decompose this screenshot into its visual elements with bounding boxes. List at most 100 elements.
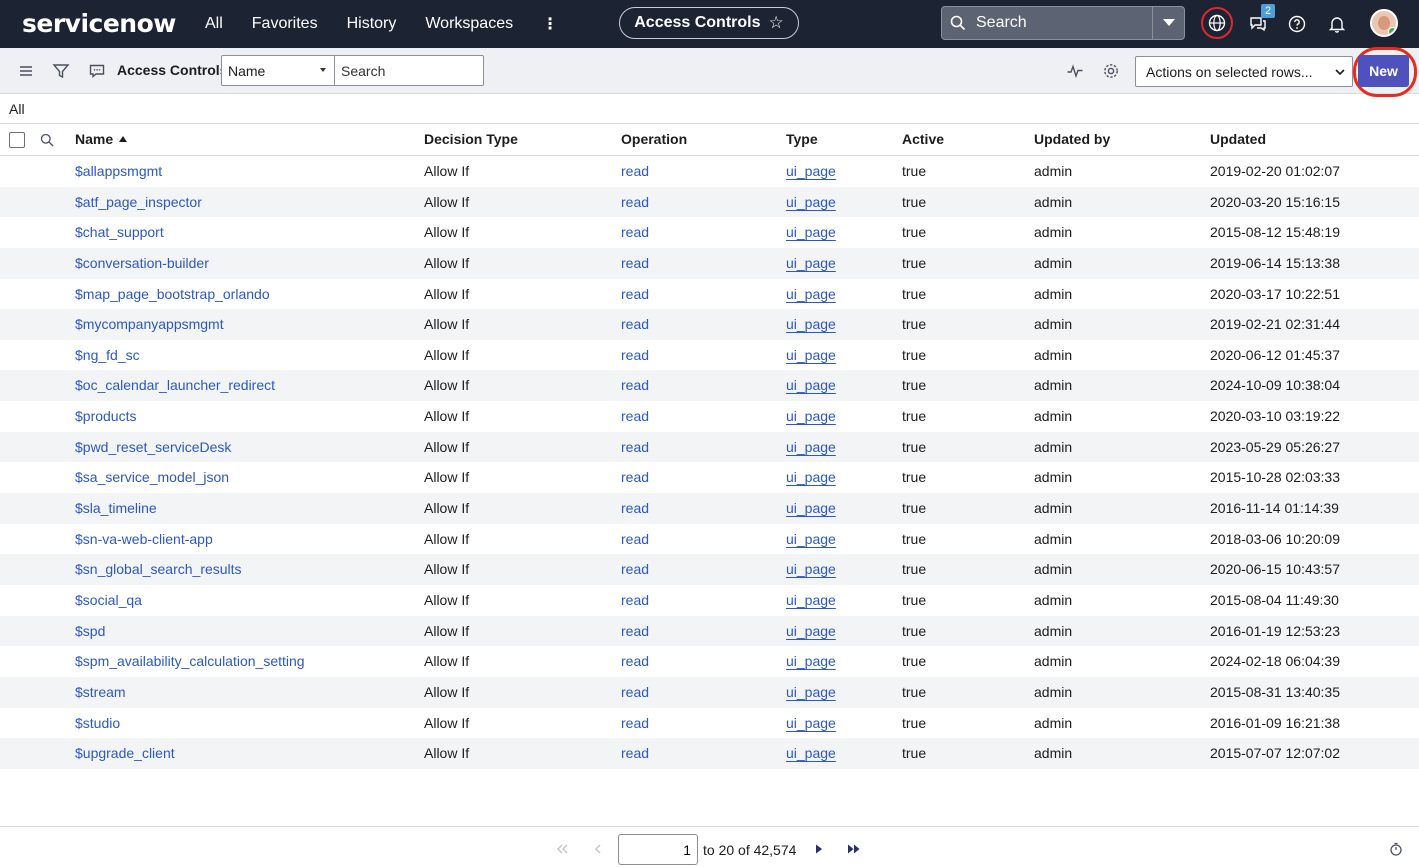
list-search-input[interactable] [334, 55, 484, 86]
column-header-operation[interactable]: Operation [621, 131, 687, 147]
nav-more-icon[interactable]: ⋮ [542, 14, 558, 34]
cell-operation[interactable]: read [621, 347, 649, 363]
nav-favorites[interactable]: Favorites [252, 15, 318, 33]
cell-name[interactable]: $atf_page_inspector [75, 194, 202, 210]
help-button[interactable] [1285, 12, 1309, 36]
nav-workspaces[interactable]: Workspaces [425, 15, 513, 33]
cell-type[interactable]: ui_page [786, 163, 836, 179]
globe-button[interactable] [1201, 7, 1233, 39]
cell-type[interactable]: ui_page [786, 316, 836, 332]
chat-icon[interactable] [88, 62, 106, 80]
column-header-updated-by[interactable]: Updated by [1034, 131, 1110, 147]
breadcrumb-all[interactable]: All [9, 101, 25, 117]
column-header-decision-type[interactable]: Decision Type [424, 131, 518, 147]
cell-operation[interactable]: read [621, 377, 649, 393]
star-icon[interactable]: ☆ [769, 13, 784, 33]
actions-select[interactable]: Actions on selected rows... [1135, 56, 1353, 87]
cell-type[interactable]: ui_page [786, 715, 836, 731]
cell-type[interactable]: ui_page [786, 500, 836, 516]
cell-name[interactable]: $stream [75, 684, 126, 700]
cell-operation[interactable]: read [621, 408, 649, 424]
timer-icon[interactable] [1389, 842, 1403, 856]
cell-type[interactable]: ui_page [786, 194, 836, 210]
page-number-input[interactable] [618, 834, 698, 865]
cell-operation[interactable]: read [621, 561, 649, 577]
cell-name[interactable]: $mycompanyappsmgmt [75, 316, 224, 332]
cell-name[interactable]: $pwd_reset_serviceDesk [75, 439, 231, 455]
cell-name[interactable]: $upgrade_client [75, 745, 175, 761]
cell-name[interactable]: $studio [75, 715, 120, 731]
cell-decision-type: Allow If [424, 408, 470, 425]
cell-operation[interactable]: read [621, 286, 649, 302]
cell-name[interactable]: $ng_fd_sc [75, 347, 140, 363]
cell-type[interactable]: ui_page [786, 653, 836, 669]
search-scope-dropdown[interactable] [1152, 7, 1184, 39]
column-header-type[interactable]: Type [786, 131, 818, 147]
cell-type[interactable]: ui_page [786, 592, 836, 608]
cell-operation[interactable]: read [621, 469, 649, 485]
cell-operation[interactable]: read [621, 684, 649, 700]
cell-type[interactable]: ui_page [786, 255, 836, 271]
nav-all[interactable]: All [205, 15, 223, 33]
cell-operation[interactable]: read [621, 194, 649, 210]
cell-type[interactable]: ui_page [786, 745, 836, 761]
cell-name[interactable]: $chat_support [75, 224, 164, 240]
first-page-icon[interactable] [555, 842, 569, 856]
cell-operation[interactable]: read [621, 224, 649, 240]
cell-name[interactable]: $sn-va-web-client-app [75, 531, 213, 547]
search-icon[interactable] [40, 133, 54, 147]
cell-name[interactable]: $spd [75, 623, 105, 639]
search-field-select[interactable]: Name [221, 55, 335, 86]
activity-icon[interactable] [1066, 62, 1084, 80]
cell-operation[interactable]: read [621, 255, 649, 271]
column-header-updated[interactable]: Updated [1210, 131, 1266, 147]
cell-operation[interactable]: read [621, 163, 649, 179]
column-header-name[interactable]: Name [75, 131, 128, 147]
cell-operation[interactable]: read [621, 623, 649, 639]
cell-name[interactable]: $allappsmgmt [75, 163, 162, 179]
servicenow-logo[interactable]: servicenow [22, 9, 176, 38]
cell-type[interactable]: ui_page [786, 408, 836, 424]
context-pill[interactable]: Access Controls ☆ [619, 7, 799, 39]
nav-history[interactable]: History [347, 15, 397, 33]
next-page-icon[interactable] [812, 842, 826, 856]
prev-page-icon[interactable] [591, 842, 605, 856]
cell-name[interactable]: $spm_availability_calculation_setting [75, 653, 305, 669]
cell-type[interactable]: ui_page [786, 561, 836, 577]
cell-name[interactable]: $sla_timeline [75, 500, 157, 516]
cell-operation[interactable]: read [621, 500, 649, 516]
cell-type[interactable]: ui_page [786, 531, 836, 547]
cell-name[interactable]: $products [75, 408, 136, 424]
last-page-icon[interactable] [847, 842, 861, 856]
cell-operation[interactable]: read [621, 715, 649, 731]
new-button[interactable]: New [1358, 55, 1409, 87]
cell-type[interactable]: ui_page [786, 224, 836, 240]
cell-operation[interactable]: read [621, 745, 649, 761]
user-avatar[interactable] [1370, 9, 1398, 37]
cell-type[interactable]: ui_page [786, 469, 836, 485]
cell-operation[interactable]: read [621, 653, 649, 669]
cell-operation[interactable]: read [621, 592, 649, 608]
cell-name[interactable]: $sa_service_model_json [75, 469, 229, 485]
filter-icon[interactable] [52, 62, 70, 80]
cell-operation[interactable]: read [621, 439, 649, 455]
cell-operation[interactable]: read [621, 316, 649, 332]
cell-name[interactable]: $conversation-builder [75, 255, 209, 271]
menu-icon[interactable] [17, 62, 35, 80]
cell-name[interactable]: $map_page_bootstrap_orlando [75, 286, 270, 302]
notifications-button[interactable] [1325, 12, 1349, 36]
cell-type[interactable]: ui_page [786, 623, 836, 639]
cell-name[interactable]: $social_qa [75, 592, 142, 608]
gear-icon[interactable] [1102, 62, 1120, 80]
column-header-active[interactable]: Active [902, 131, 944, 147]
cell-type[interactable]: ui_page [786, 377, 836, 393]
cell-type[interactable]: ui_page [786, 347, 836, 363]
cell-type[interactable]: ui_page [786, 684, 836, 700]
cell-type[interactable]: ui_page [786, 439, 836, 455]
select-all-checkbox[interactable] [9, 132, 25, 148]
cell-operation[interactable]: read [621, 531, 649, 547]
cell-name[interactable]: $oc_calendar_launcher_redirect [75, 377, 275, 393]
cell-name[interactable]: $sn_global_search_results [75, 561, 242, 577]
global-search[interactable]: Search [941, 6, 1185, 40]
cell-type[interactable]: ui_page [786, 286, 836, 302]
